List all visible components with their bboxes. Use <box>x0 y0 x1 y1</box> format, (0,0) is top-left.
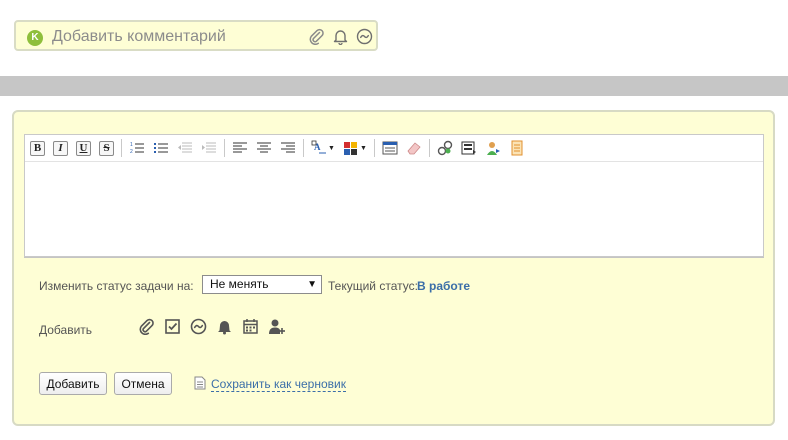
add-comment-button[interactable]: Добавить <box>39 372 107 395</box>
current-status-label: Текущий статус: <box>328 279 418 293</box>
bell-icon[interactable] <box>332 28 349 45</box>
underline-button[interactable]: U <box>76 140 91 156</box>
bell-icon[interactable] <box>216 318 233 335</box>
clear-format-button[interactable] <box>406 140 422 156</box>
save-draft-link[interactable]: Сохранить как черновик <box>211 377 346 392</box>
insert-link-button[interactable] <box>437 140 453 156</box>
chevron-down-icon: ▼ <box>307 279 317 290</box>
calendar-icon[interactable] <box>242 318 259 335</box>
align-center-button[interactable] <box>256 140 272 156</box>
strikethrough-button[interactable]: S <box>99 140 114 156</box>
avatar: K <box>27 30 43 46</box>
comment-bar-icons <box>308 28 373 45</box>
checkbox-icon[interactable] <box>164 318 181 335</box>
toolbar-divider <box>224 139 225 157</box>
bold-button[interactable]: B <box>30 140 45 156</box>
tilde-circle-icon[interactable] <box>356 28 373 45</box>
svg-text:2: 2 <box>130 149 133 155</box>
paperclip-icon[interactable] <box>138 318 155 335</box>
document-icon <box>194 376 206 390</box>
paperclip-icon[interactable] <box>308 28 325 45</box>
align-right-button[interactable] <box>280 140 296 156</box>
add-icons <box>138 318 285 335</box>
align-left-button[interactable] <box>232 140 248 156</box>
insert-table-button[interactable] <box>382 140 398 156</box>
current-status-value: В работе <box>417 279 470 293</box>
indent-button[interactable] <box>201 140 217 156</box>
editor-divider <box>24 257 764 258</box>
toolbar-divider <box>428 139 430 157</box>
toolbar-divider <box>121 139 122 157</box>
editor-toolbar: B I U S 12 A ▼ ▼ <box>25 135 763 162</box>
numbered-list-button[interactable]: 12 <box>129 140 145 156</box>
comment-bar[interactable]: K Добавить комментарий <box>14 20 378 51</box>
chevron-down-icon: ▼ <box>328 144 335 152</box>
comment-editor-panel: B I U S 12 A ▼ ▼ Изменить статус задачи … <box>12 110 775 426</box>
svg-text:A: A <box>314 142 321 152</box>
section-separator <box>0 76 788 96</box>
svg-text:1: 1 <box>130 142 133 148</box>
editor-text-area[interactable] <box>25 162 763 256</box>
outdent-button[interactable] <box>177 140 193 156</box>
tilde-circle-icon[interactable] <box>190 318 207 335</box>
bullet-list-button[interactable] <box>153 140 169 156</box>
chevron-down-icon: ▼ <box>359 144 367 152</box>
insert-file-button[interactable] <box>509 140 525 156</box>
add-label: Добавить <box>39 323 93 337</box>
rich-text-editor: B I U S 12 A ▼ ▼ <box>24 134 764 257</box>
italic-button[interactable]: I <box>53 140 68 156</box>
font-size-dropdown[interactable]: A ▼ <box>311 140 335 156</box>
status-change-label: Изменить статус задачи на: <box>39 279 194 293</box>
toolbar-divider <box>373 139 375 157</box>
status-select-value: Не менять <box>210 277 269 291</box>
comment-placeholder[interactable]: Добавить комментарий <box>52 28 226 46</box>
toolbar-divider <box>303 139 304 157</box>
status-select[interactable]: Не менять ▼ <box>202 275 322 294</box>
add-user-icon[interactable] <box>268 318 285 335</box>
mention-user-button[interactable] <box>485 140 501 156</box>
color-palette-dropdown[interactable]: ▼ <box>343 140 367 156</box>
insert-video-button[interactable] <box>461 140 477 156</box>
cancel-button[interactable]: Отмена <box>114 372 172 395</box>
